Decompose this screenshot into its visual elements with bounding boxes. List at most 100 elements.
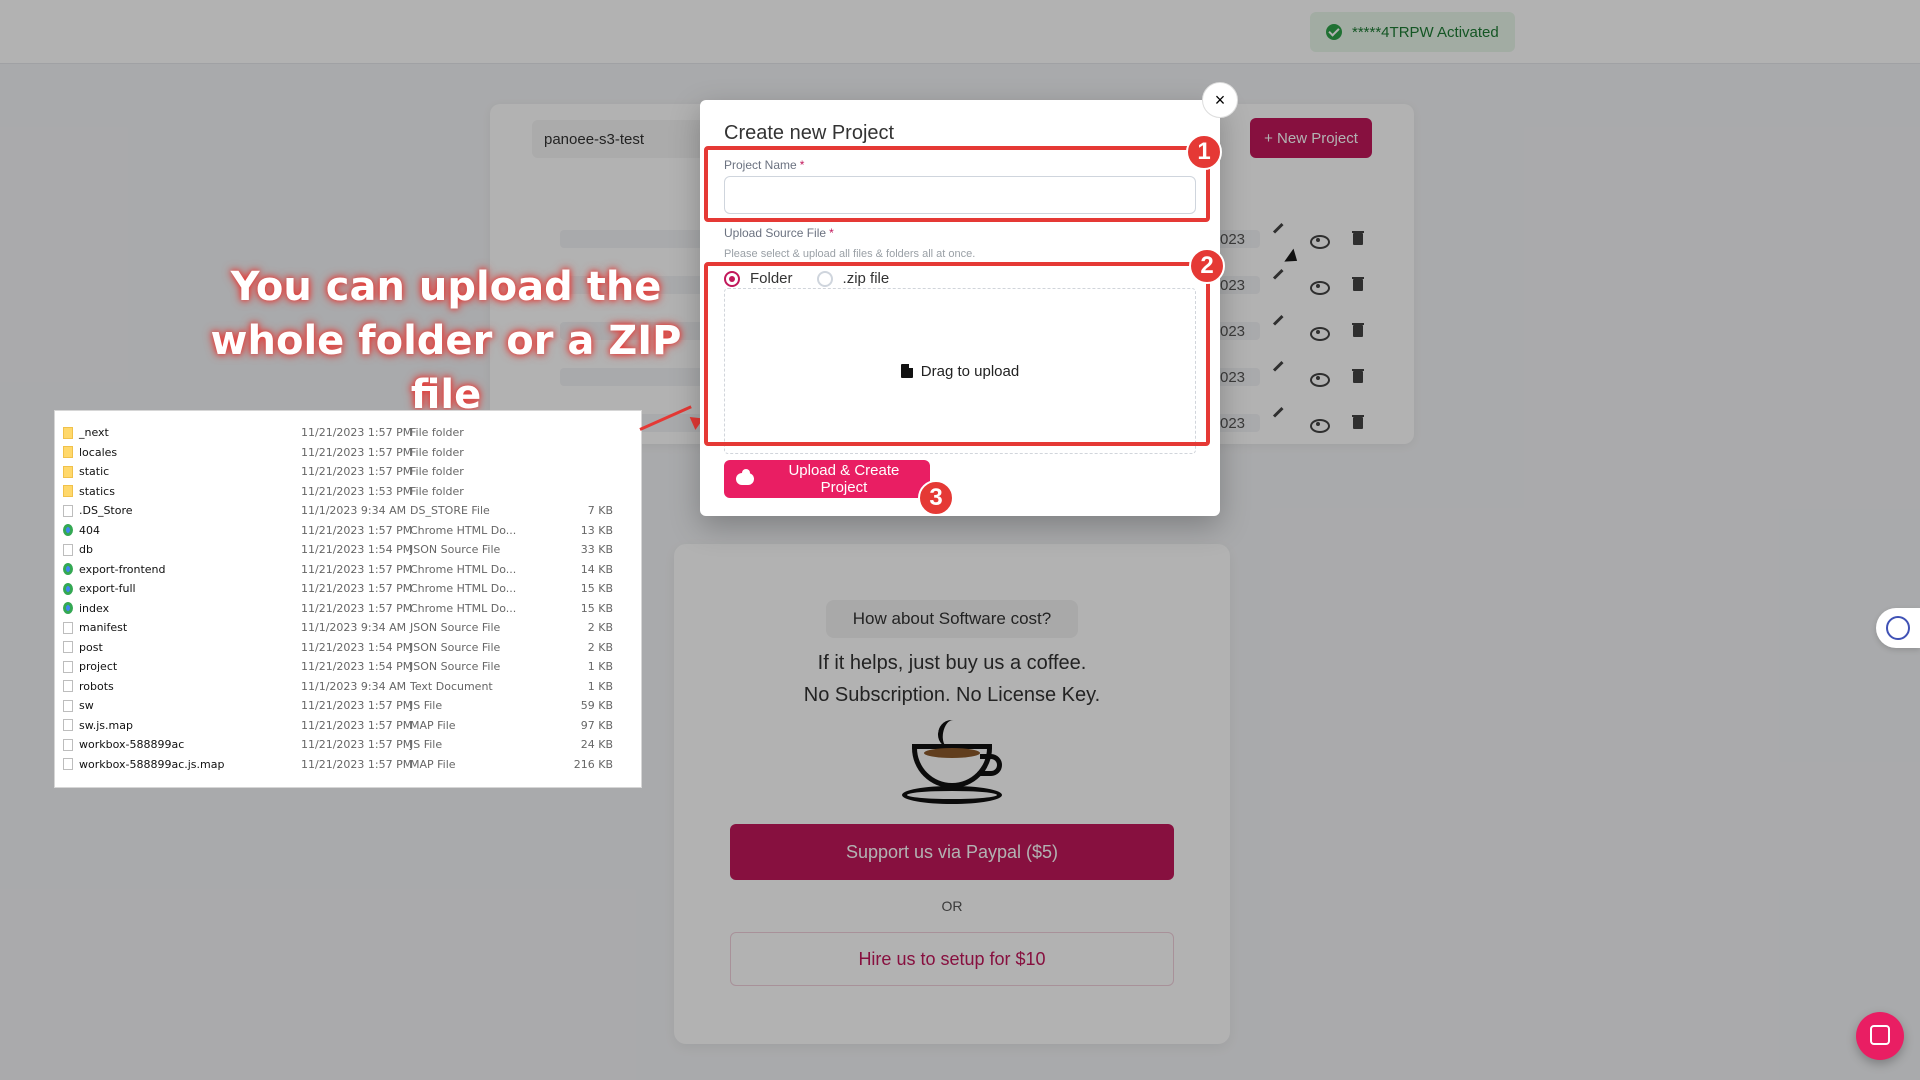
file-size: 97 KB [580, 718, 613, 732]
file-date: 11/21/2023 1:57 PM [301, 465, 413, 479]
file-name: _next [79, 426, 109, 440]
file-name: workbox-588899ac.js.map [79, 757, 225, 771]
upload-helper-text: Please select & upload all files & folde… [724, 248, 976, 260]
annotation-caption: You can upload the whole folder or a ZIP… [196, 260, 696, 422]
file-date: 11/1/2023 9:34 AM [301, 504, 407, 518]
file-size: 13 KB [580, 523, 613, 537]
bot-icon [1886, 616, 1910, 640]
file-size: 24 KB [580, 738, 613, 752]
file-date: 11/1/2023 9:34 AM [301, 679, 407, 693]
annotation-step-badge: 1 [1186, 134, 1222, 170]
file-size: 59 KB [580, 699, 613, 713]
file-date: 11/21/2023 1:53 PM [301, 484, 413, 498]
chrome-icon [63, 563, 73, 576]
file-name: db [79, 543, 93, 557]
file-date: 11/21/2023 1:57 PM [301, 601, 413, 615]
annotation-arrow [640, 410, 704, 440]
file-type: MAP File [410, 757, 456, 771]
file-size: 14 KB [580, 562, 613, 576]
file-size: 216 KB [573, 757, 613, 771]
chrome-icon [63, 602, 73, 615]
folder-icon [63, 446, 73, 459]
upload-create-project-button[interactable]: Upload & Create Project [724, 460, 930, 498]
close-button[interactable]: × [1202, 82, 1238, 118]
file-date: 11/21/2023 1:57 PM [301, 523, 413, 537]
file-size: 1 KB [587, 660, 613, 674]
file-explorer-panel: _next 11/21/2023 1:57 PM File folder local… [54, 410, 642, 788]
list-item: robots 11/1/2023 9:34 AM Text Document 1 KB [55, 677, 643, 697]
file-name: post [79, 640, 103, 654]
file-name: manifest [79, 621, 128, 635]
file-type: JSON Source File [410, 621, 501, 635]
file-type: JS File [410, 738, 443, 752]
file-type: MAP File [410, 718, 456, 732]
modal-title: Create new Project [724, 122, 895, 144]
list-item: sw 11/21/2023 1:57 PM JS File 59 KB [55, 696, 643, 716]
list-item: manifest 11/1/2023 9:34 AM JSON Source Fil… [55, 618, 643, 638]
list-item: index 11/21/2023 1:57 PM Chrome HTML Do...… [55, 599, 643, 619]
file-name: .DS_Store [79, 504, 133, 518]
file-name: sw [79, 699, 94, 713]
file-date: 11/1/2023 9:34 AM [301, 621, 407, 635]
file-icon [63, 719, 73, 732]
file-type: JS File [410, 699, 443, 713]
file-type: Chrome HTML Do... [410, 562, 517, 576]
annotation-step-badge: 3 [918, 480, 954, 516]
cloud-upload-icon [736, 469, 754, 485]
file-name: workbox-588899ac [79, 738, 185, 752]
file-size: 2 KB [587, 621, 613, 635]
file-date: 11/21/2023 1:57 PM [301, 582, 413, 596]
file-size: 1 KB [587, 679, 613, 693]
file-type: File folder [410, 484, 464, 498]
annotation-highlight-2 [704, 262, 1210, 446]
chrome-icon [63, 582, 73, 595]
annotation-caption-line-1: You can upload the [230, 264, 662, 310]
file-name: 404 [79, 523, 100, 537]
file-icon [63, 660, 73, 673]
file-type: JSON Source File [410, 543, 501, 557]
list-item: project 11/21/2023 1:54 PM JSON Source Fil… [55, 657, 643, 677]
file-date: 11/21/2023 1:54 PM [301, 640, 413, 654]
list-item: static 11/21/2023 1:57 PM File folder [55, 462, 643, 482]
annotation-step-badge: 2 [1189, 248, 1225, 284]
file-icon [63, 699, 73, 712]
file-date: 11/21/2023 1:57 PM [301, 718, 413, 732]
list-item: workbox-588899ac 11/21/2023 1:57 PM JS Fil… [55, 735, 643, 755]
upload-source-label-text: Upload Source File [724, 226, 827, 240]
file-icon [63, 621, 73, 634]
file-name: locales [79, 445, 118, 459]
folder-icon [63, 426, 73, 439]
file-type: File folder [410, 465, 464, 479]
file-date: 11/21/2023 1:54 PM [301, 543, 413, 557]
file-size: 15 KB [580, 582, 613, 596]
file-icon [63, 504, 73, 517]
file-icon [63, 738, 73, 751]
file-type: Chrome HTML Do... [410, 523, 517, 537]
file-type: File folder [410, 426, 464, 440]
list-item: 404 11/21/2023 1:57 PM Chrome HTML Do... 13… [55, 521, 643, 541]
file-size: 2 KB [587, 640, 613, 654]
file-name: index [79, 601, 110, 615]
file-date: 11/21/2023 1:57 PM [301, 699, 413, 713]
file-type: Chrome HTML Do... [410, 582, 517, 596]
file-size: 7 KB [587, 504, 613, 518]
upload-source-label: Upload Source File * [724, 226, 834, 240]
file-date: 11/21/2023 1:57 PM [301, 562, 413, 576]
file-size: 15 KB [580, 601, 613, 615]
annotation-highlight-1 [704, 146, 1210, 222]
assistant-widget[interactable] [1876, 608, 1920, 648]
list-item: export-frontend 11/21/2023 1:57 PM Chrome … [55, 560, 643, 580]
list-item: post 11/21/2023 1:54 PM JSON Source File 2 … [55, 638, 643, 658]
file-name: statics [79, 484, 115, 498]
file-icon [63, 758, 73, 771]
chat-button[interactable] [1856, 1012, 1904, 1060]
list-item: locales 11/21/2023 1:57 PM File folder [55, 443, 643, 463]
upload-create-project-label: Upload & Create Project [788, 462, 900, 496]
file-name: static [79, 465, 110, 479]
file-date: 11/21/2023 1:57 PM [301, 757, 413, 771]
annotation-caption-line-2: whole folder or a ZIP file [210, 318, 682, 418]
file-date: 11/21/2023 1:57 PM [301, 738, 413, 752]
file-date: 11/21/2023 1:54 PM [301, 660, 413, 674]
folder-icon [63, 485, 73, 498]
list-item: _next 11/21/2023 1:57 PM File folder [55, 423, 643, 443]
